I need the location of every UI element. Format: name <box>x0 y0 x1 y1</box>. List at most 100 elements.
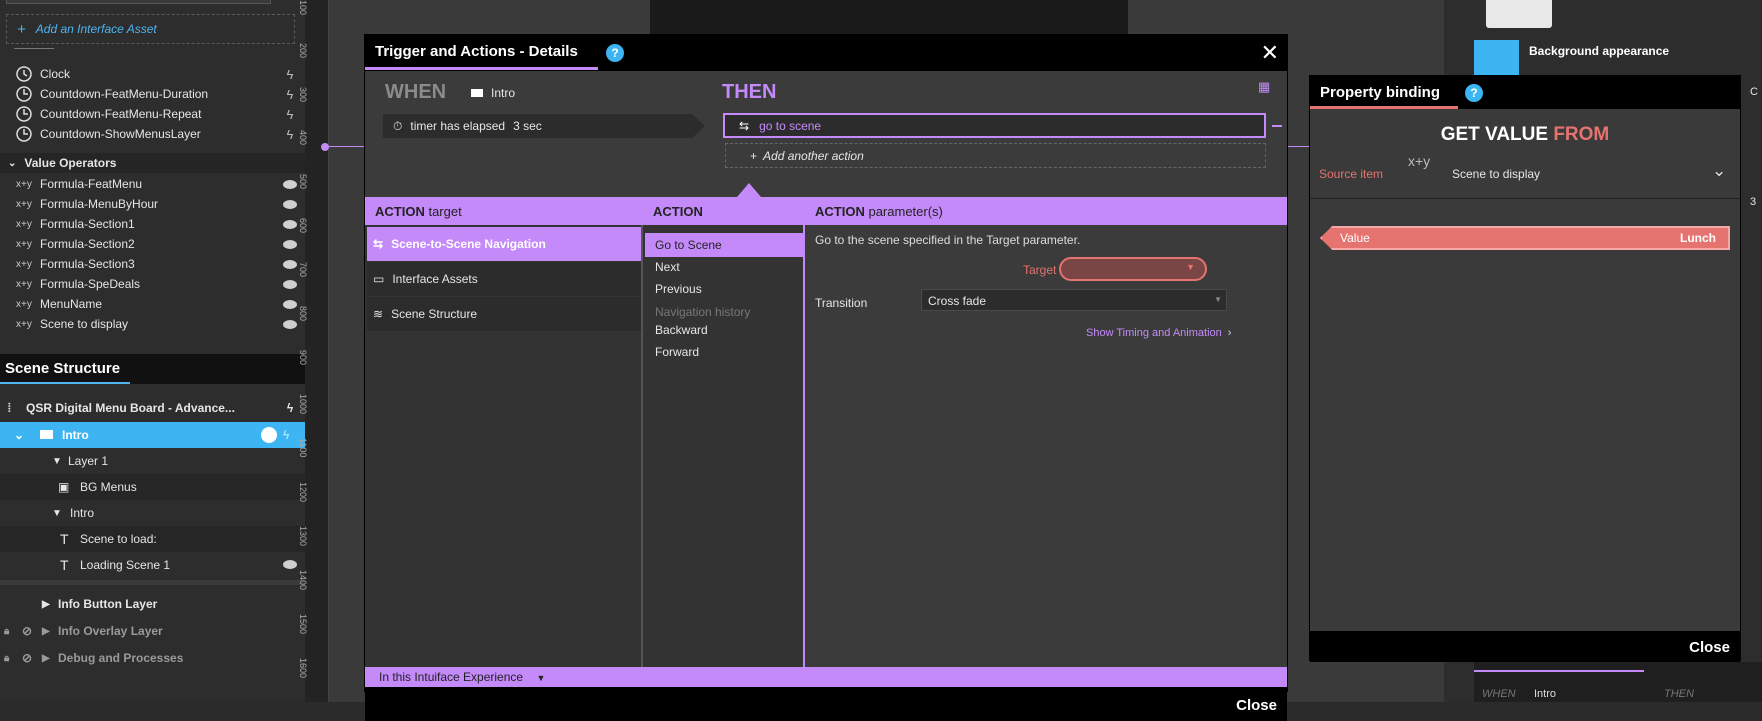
target-param-dropdown[interactable]: ▼ <box>1059 257 1207 281</box>
action-text: go to scene <box>759 118 822 133</box>
close-icon[interactable]: ✕ <box>1261 40 1279 66</box>
add-interface-asset-button[interactable]: + Add an Interface Asset <box>6 14 295 44</box>
ruler-tick: 1000 <box>298 394 308 415</box>
tree-row-intro-group[interactable]: ▼ Intro <box>0 500 305 526</box>
edge-label: 3 <box>1750 196 1757 208</box>
title-underline <box>1310 106 1458 109</box>
add-another-action-button[interactable]: + Add another action <box>725 143 1266 168</box>
grid-view-icon[interactable]: ▦ <box>1258 79 1270 95</box>
eye-icon[interactable] <box>275 197 305 212</box>
col-header-params: ACTION parameter(s) <box>815 204 943 219</box>
section-label: Navigation history <box>655 305 751 319</box>
close-button[interactable]: Close <box>1689 639 1730 656</box>
col-header-action: ACTION <box>653 204 703 219</box>
heading-left: GET VALUE <box>1440 124 1549 145</box>
value-operator-row[interactable]: x+y Formula-MenuByHour <box>0 194 305 214</box>
tree-label: QSR Digital Menu Board - Advance... <box>26 401 235 415</box>
show-timing-link[interactable]: Show Timing and Animation › <box>1086 327 1231 339</box>
property-row-clock[interactable]: Clock ϟ <box>0 64 305 84</box>
action-previous[interactable]: Previous <box>645 277 805 301</box>
title-underline <box>365 67 598 70</box>
ruler-tick: 1100 <box>298 438 308 458</box>
add-asset-label: Add an Interface Asset <box>35 22 157 36</box>
action-label: Previous <box>655 282 702 296</box>
hidden-eye-icon[interactable]: ⊘ <box>14 624 38 638</box>
action-backward[interactable]: Backward <box>645 318 805 342</box>
tree-row-experience[interactable]: ⦙ QSR Digital Menu Board - Advance... ϟ <box>0 395 305 421</box>
value-operator-row[interactable]: x+y Formula-Section3 <box>0 254 305 274</box>
tree-row-layer1[interactable]: ▼ Layer 1 <box>0 448 305 474</box>
caret-down-icon: ▼ <box>536 673 546 683</box>
property-binding-panel: Property binding ? GET VALUE FROM Source… <box>1309 75 1741 662</box>
value-operator-row[interactable]: x+y Scene to display <box>0 314 305 334</box>
tree-row-info-overlay-layer[interactable]: 🔒︎ ⊘ ▶ Info Overlay Layer <box>0 618 305 644</box>
action-params-column: Go to the scene specified in the Target … <box>805 225 1287 667</box>
action-label: Go to Scene <box>655 238 722 252</box>
value-result: Lunch <box>1680 231 1716 245</box>
ruler-tick: 800 <box>298 306 308 322</box>
value-operators-header[interactable]: ⌄ Value Operators <box>0 153 305 173</box>
value-operator-row[interactable]: x+y Formula-SpeDeals <box>0 274 305 294</box>
target-scene-navigation[interactable]: ⇆ Scene-to-Scene Navigation <box>367 227 641 261</box>
action-next[interactable]: Next <box>645 255 805 279</box>
property-row-countdown-showmenus[interactable]: Countdown-ShowMenusLayer ϟ <box>0 124 305 144</box>
brush-icon[interactable] <box>1474 40 1519 75</box>
target-label: Interface Assets <box>392 272 478 286</box>
help-icon[interactable]: ? <box>1465 84 1483 102</box>
tree-row-text-scene-to-load[interactable]: T Scene to load: <box>0 526 305 552</box>
when-source[interactable]: Intro <box>471 86 515 100</box>
edge-label: C <box>1750 86 1758 98</box>
then-label: THEN <box>1664 688 1694 700</box>
lightning-icon[interactable]: ϟ <box>275 107 305 122</box>
close-button[interactable]: Close <box>1236 697 1277 714</box>
action-box-go-to-scene[interactable]: ⇆ go to scene <box>723 113 1266 138</box>
action-columns-header: ACTION target ACTION ACTION parameter(s) <box>365 197 1287 225</box>
help-icon[interactable]: ? <box>606 44 624 62</box>
binding-footer: Close <box>1310 631 1740 662</box>
chevron-down-icon[interactable]: ⌄ <box>1712 161 1726 181</box>
tree-row-info-button-layer[interactable]: ▶ Info Button Layer <box>0 591 305 617</box>
tree-row-text-loading[interactable]: T Loading Scene 1 <box>0 552 305 578</box>
tree-label: Loading Scene 1 <box>80 558 171 572</box>
binding-badge-icon[interactable] <box>261 427 277 443</box>
target-scene-structure[interactable]: ≋ Scene Structure <box>367 297 641 331</box>
tree-row-debug[interactable]: 🔒︎ ⊘ ▶ Debug and Processes <box>0 645 305 671</box>
caret-right-icon: ▶ <box>42 598 50 610</box>
then-label: THEN <box>722 81 777 103</box>
text-icon: T <box>60 531 69 547</box>
experience-icon: ⦙ <box>8 400 11 415</box>
property-row-countdown-duration[interactable]: Countdown-FeatMenu-Duration ϟ <box>0 84 305 104</box>
tree-row-scene-intro[interactable]: ⌄ Intro ϟ <box>0 422 305 448</box>
layers-icon: ≋ <box>373 307 384 321</box>
top-field[interactable] <box>6 0 271 4</box>
eye-icon[interactable] <box>275 237 305 252</box>
lock-icon[interactable]: 🔒︎ <box>0 653 14 664</box>
property-row-countdown-repeat[interactable]: Countdown-FeatMenu-Repeat ϟ <box>0 104 305 124</box>
ruler-guide-marker[interactable] <box>321 143 329 151</box>
scope-selector[interactable]: In this Intuiface Experience ▼ <box>365 667 1287 687</box>
value-operator-row[interactable]: x+y Formula-Section2 <box>0 234 305 254</box>
value-operator-row[interactable]: x+y Formula-FeatMenu <box>0 174 305 194</box>
value-operator-row[interactable]: x+y MenuName <box>0 294 305 314</box>
transition-value: Cross fade <box>928 294 987 308</box>
trigger-box[interactable]: ⏱︎ timer has elapsed 3 sec <box>383 114 705 138</box>
operator-label: Formula-FeatMenu <box>40 177 143 191</box>
action-forward[interactable]: Forward <box>645 340 805 364</box>
value-binding-row[interactable]: Value Lunch <box>1320 226 1730 250</box>
transition-select[interactable]: Cross fade ▼ <box>921 289 1227 311</box>
value-operator-row[interactable]: x+y Formula-Section1 <box>0 214 305 234</box>
chevron-down-icon: ⌄ <box>14 428 25 442</box>
appearance-swatch[interactable] <box>1486 0 1552 28</box>
param-description: Go to the scene specified in the Target … <box>815 233 1081 247</box>
target-interface-assets[interactable]: ▭ Interface Assets <box>367 262 641 296</box>
scope-label: In this Intuiface Experience <box>379 670 524 684</box>
lightning-icon[interactable]: ϟ <box>275 67 305 82</box>
hidden-eye-icon[interactable]: ⊘ <box>14 651 38 665</box>
action-go-to-scene[interactable]: Go to Scene <box>645 233 805 257</box>
formula-icon: x+y <box>16 298 32 310</box>
dropdown-arrow-icon: ▼ <box>1186 262 1195 272</box>
eye-icon[interactable] <box>275 277 305 292</box>
tree-row-bg-menus[interactable]: ▣ BG Menus <box>0 474 305 500</box>
scene-icon <box>471 89 483 97</box>
lock-icon[interactable]: 🔒︎ <box>0 626 14 637</box>
